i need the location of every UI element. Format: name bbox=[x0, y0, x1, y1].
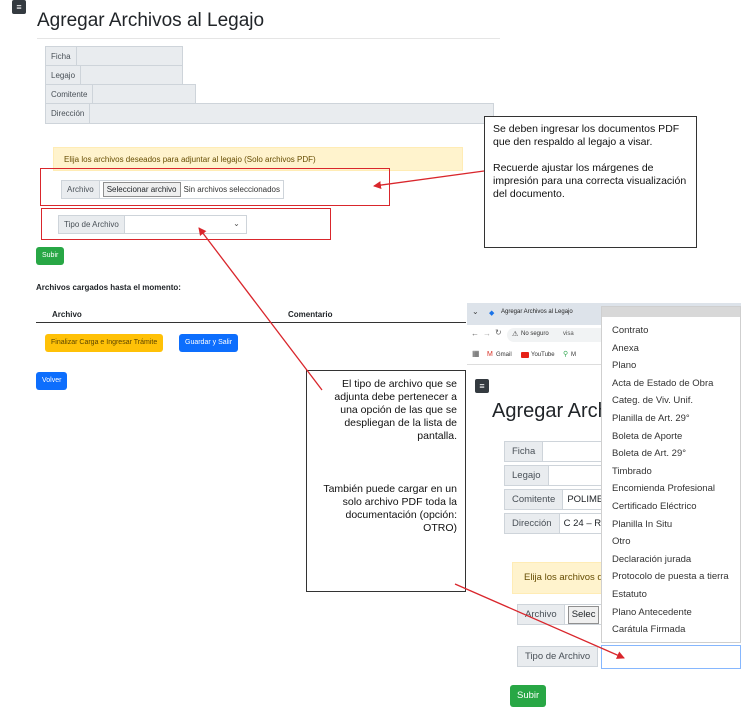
annotation-arrows bbox=[198, 170, 625, 659]
arrow-to-file-input bbox=[373, 170, 485, 190]
arrow-to-dropdown bbox=[454, 583, 625, 659]
arrow-to-tipo-select bbox=[198, 227, 323, 391]
